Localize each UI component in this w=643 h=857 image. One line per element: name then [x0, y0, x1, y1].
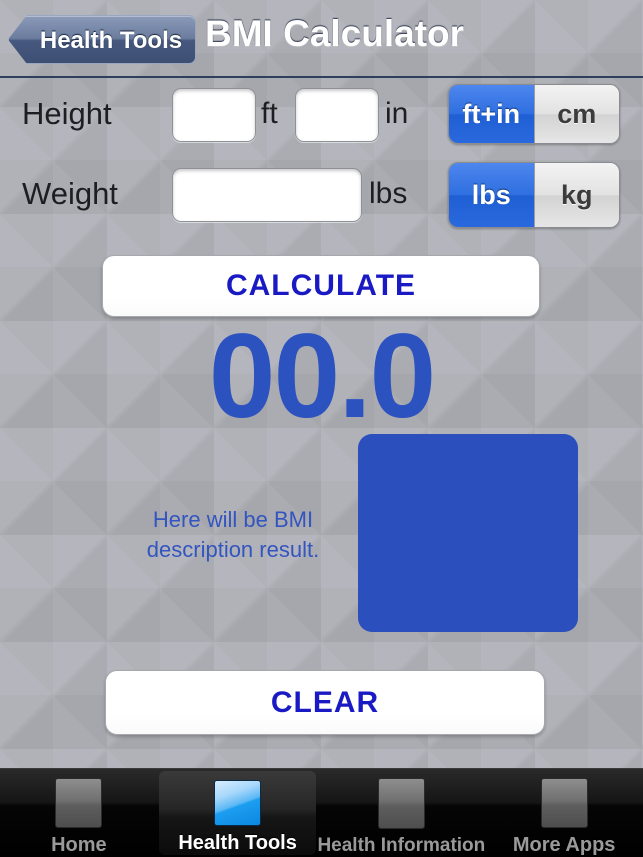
home-icon — [55, 778, 103, 828]
bmi-result-value: 00.0 — [208, 309, 437, 443]
weight-label: Weight — [22, 176, 118, 211]
height-label: Height — [22, 96, 112, 131]
weight-unit-option-kg-label: kg — [560, 179, 593, 210]
height-unit-option-ftin[interactable]: ft+in — [449, 85, 534, 143]
calculate-button-label: CALCULATE — [225, 269, 417, 302]
tab-bar: Home Health Tools Health Information Mor… — [0, 768, 643, 857]
clear-button-label: CLEAR — [270, 685, 380, 719]
health-information-icon — [377, 778, 425, 829]
navigation-bar: Health Tools BMI Calculator — [0, 0, 643, 78]
weight-input[interactable] — [172, 168, 362, 222]
health-tools-icon — [214, 780, 262, 826]
height-feet-suffix: ft — [261, 97, 278, 130]
tab-health-information-label: Health Information — [317, 835, 486, 856]
tab-home[interactable]: Home — [0, 769, 158, 857]
height-unit-option-cm-label: cm — [557, 98, 597, 129]
tab-health-tools[interactable]: Health Tools — [158, 771, 317, 855]
bmi-calculator-screen: Health Tools BMI Calculator Height ft in… — [0, 0, 643, 857]
weight-unit-option-kg[interactable]: kg — [533, 163, 619, 227]
height-unit-option-ftin-label: ft+in — [462, 98, 521, 129]
tab-more-apps-label: More Apps — [512, 834, 616, 856]
bmi-result-description: Here will be BMI description result. — [146, 507, 320, 562]
weight-suffix: lbs — [369, 177, 408, 210]
height-inches-suffix: in — [385, 97, 409, 130]
weight-unit-option-lbs[interactable]: lbs — [449, 163, 534, 227]
weight-unit-option-lbs-label: lbs — [471, 179, 511, 210]
clear-button[interactable]: CLEAR — [105, 670, 545, 735]
tab-home-label: Home — [51, 834, 107, 856]
more-apps-icon — [540, 778, 588, 828]
calculate-button[interactable]: CALCULATE — [102, 255, 540, 317]
tab-health-tools-label: Health Tools — [178, 832, 297, 854]
height-inches-input[interactable] — [295, 88, 379, 142]
tab-health-information[interactable]: Health Information — [317, 769, 485, 857]
weight-unit-segmented-control[interactable]: lbs kg — [448, 162, 620, 228]
height-unit-segmented-control[interactable]: ft+in cm — [448, 84, 620, 144]
tab-more-apps[interactable]: More Apps — [485, 769, 643, 857]
back-button[interactable]: Health Tools — [8, 15, 196, 64]
bmi-chart-placeholder — [358, 434, 578, 632]
height-feet-input[interactable] — [172, 88, 256, 142]
back-button-label: Health Tools — [39, 27, 183, 54]
height-unit-option-cm[interactable]: cm — [533, 85, 619, 143]
page-title: BMI Calculator — [205, 13, 465, 54]
